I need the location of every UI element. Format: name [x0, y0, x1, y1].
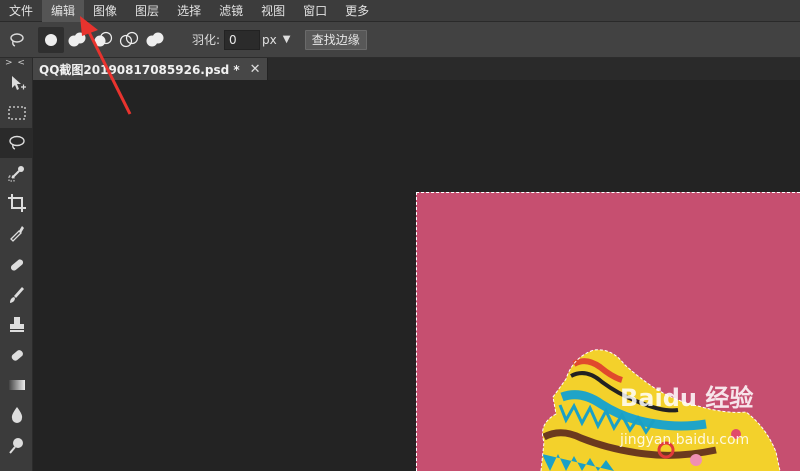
menu-view[interactable]: 视图	[252, 0, 294, 22]
document-tab-title: QQ截图20190817085926.psd *	[39, 62, 240, 77]
watermark-url: jingyan.baidu.com	[620, 432, 750, 448]
options-bar: 羽化: 0 px ▼ 查找边缘	[0, 22, 800, 58]
crop-tool-icon[interactable]	[0, 188, 33, 218]
feather-input[interactable]: 0	[224, 29, 261, 50]
menu-image[interactable]: 图像	[84, 0, 126, 22]
lasso-preset-icon[interactable]	[4, 27, 30, 53]
tool-panel: > <	[0, 58, 33, 471]
subtract-from-selection-icon[interactable]	[90, 27, 116, 53]
eraser-tool-icon[interactable]	[0, 340, 33, 370]
exclude-overlap-icon[interactable]	[142, 27, 168, 53]
move-tool-icon[interactable]	[0, 68, 33, 98]
document-tab-bar: QQ截图20190817085926.psd * ✕	[33, 58, 800, 80]
blur-tool-icon[interactable]	[0, 400, 33, 430]
eyedropper-tool-icon[interactable]	[0, 218, 33, 248]
menu-bar: 文件 编辑 图像 图层 选择 滤镜 视图 窗口 更多	[0, 0, 800, 22]
quick-selection-tool-icon[interactable]	[0, 158, 33, 188]
menu-window[interactable]: 窗口	[294, 0, 336, 22]
refine-edge-button[interactable]: 查找边缘	[304, 29, 367, 50]
menu-select[interactable]: 选择	[168, 0, 210, 22]
new-selection-icon[interactable]	[38, 26, 64, 53]
panel-collapse-icon[interactable]: > <	[0, 58, 32, 68]
menu-more[interactable]: 更多	[336, 0, 378, 22]
marquee-tool-icon[interactable]	[0, 98, 33, 128]
brush-tool-icon[interactable]	[0, 280, 33, 310]
watermark-brand: Baidu 经验	[620, 384, 754, 412]
menu-layer[interactable]: 图层	[126, 0, 168, 22]
feather-label: 羽化:	[192, 33, 221, 47]
healing-brush-tool-icon[interactable]	[0, 250, 33, 280]
add-to-selection-icon[interactable]	[64, 27, 90, 53]
menu-edit[interactable]: 编辑	[42, 0, 85, 22]
menu-file[interactable]: 文件	[0, 0, 42, 22]
document-tab[interactable]: QQ截图20190817085926.psd * ✕	[33, 58, 268, 80]
gradient-tool-icon[interactable]	[0, 370, 33, 400]
close-tab-icon[interactable]: ✕	[250, 62, 261, 77]
feather-dropdown-icon[interactable]: ▼	[283, 34, 297, 45]
menu-filter[interactable]: 滤镜	[210, 0, 252, 22]
lasso-tool-icon[interactable]	[0, 128, 33, 158]
clone-stamp-tool-icon[interactable]	[0, 310, 33, 340]
baidu-jingyan-watermark: Baidu 经验 jingyan.baidu.com	[620, 378, 800, 458]
intersect-selection-icon[interactable]	[116, 27, 142, 53]
feather-unit: px	[262, 32, 277, 47]
dodge-tool-icon[interactable]	[0, 430, 33, 460]
